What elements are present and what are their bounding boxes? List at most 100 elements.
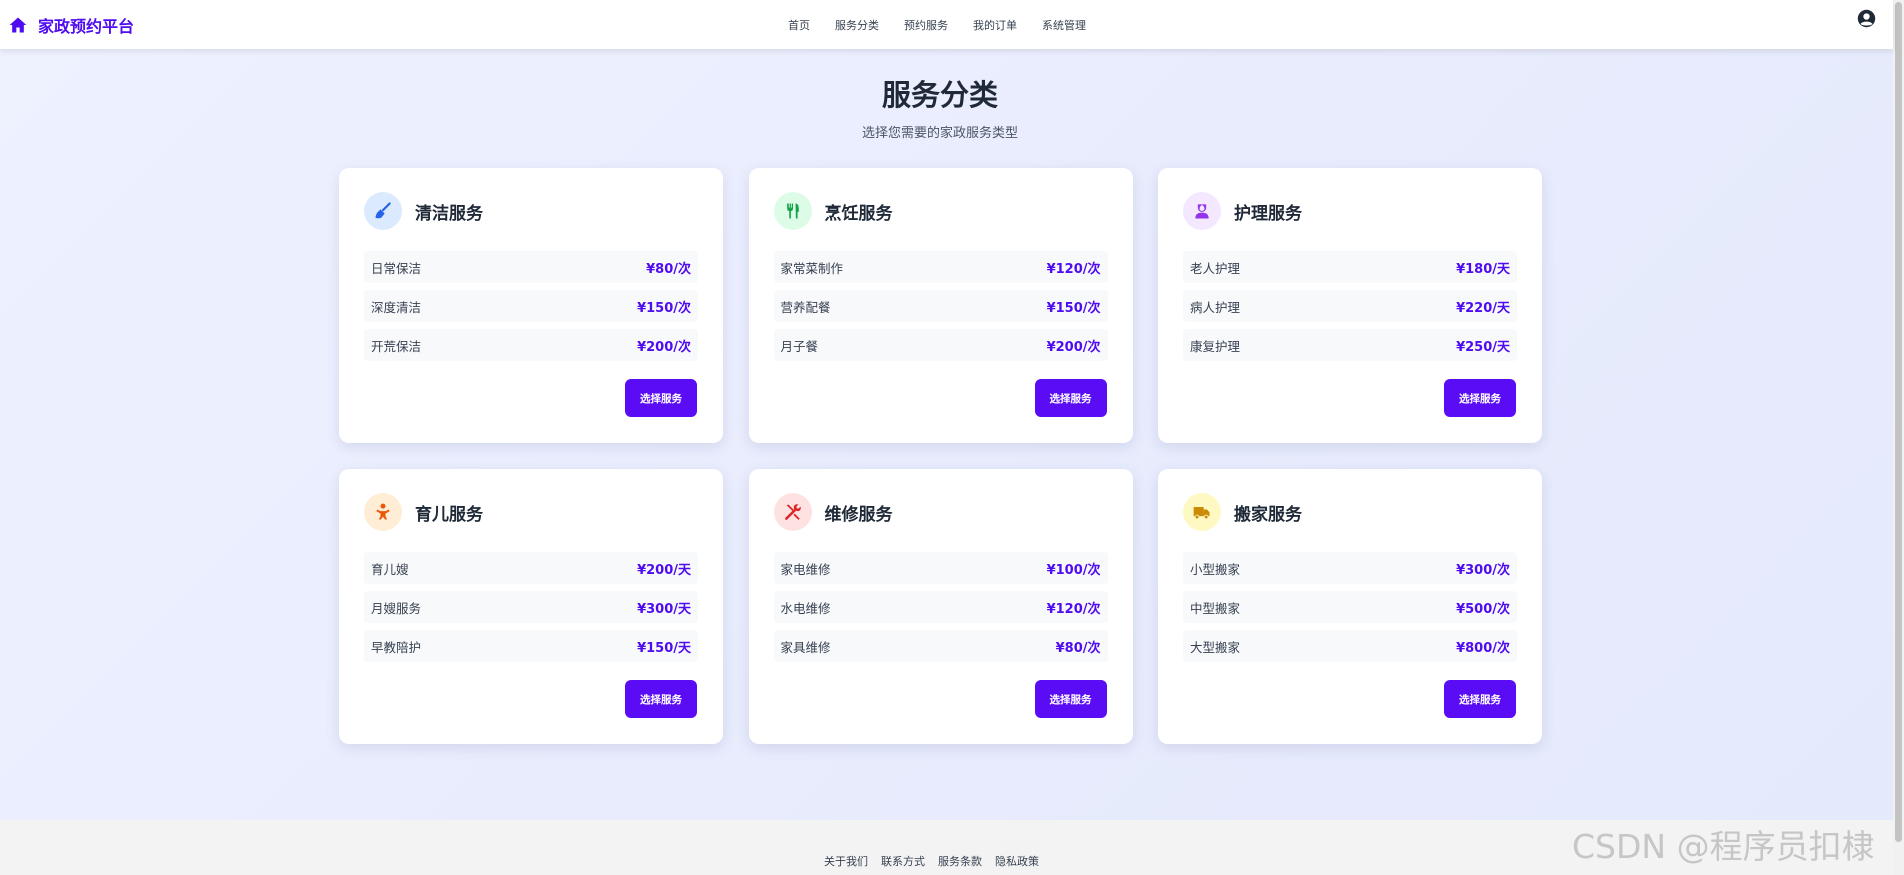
nav-service-categories[interactable]: 服务分类 (823, 17, 892, 33)
nav-home[interactable]: 首页 (788, 17, 823, 33)
page-scrollbar[interactable] (1893, 0, 1904, 875)
service-item: 家电维修 ¥100/次 (773, 552, 1108, 584)
service-item-price: ¥500/次 (1456, 601, 1510, 617)
card-header: 维修服务 (773, 493, 893, 531)
scrollbar-thumb[interactable] (1895, 2, 1902, 842)
service-item-name: 康复护理 (1190, 338, 1241, 354)
service-item-name: 家常菜制作 (780, 260, 844, 276)
select-service-button[interactable]: 选择服务 (1034, 680, 1107, 718)
service-item: 早教陪护 ¥150/天 (364, 630, 698, 662)
brand-link[interactable]: 家政预约平台 (8, 0, 134, 49)
card-title: 育儿服务 (415, 504, 483, 525)
service-item-name: 大型搬家 (1190, 639, 1241, 655)
service-item: 老人护理 ¥180/天 (1183, 251, 1517, 283)
service-card-nursing: 护理服务 老人护理 ¥180/天 病人护理 ¥220/天 康复护理 ¥250/天… (1158, 168, 1542, 443)
service-item: 日常保洁 ¥80/次 (364, 251, 698, 283)
tools-icon (773, 493, 812, 531)
service-item-name: 月子餐 (780, 338, 819, 354)
broom-icon (364, 192, 402, 230)
child-icon (364, 493, 402, 531)
service-item-price: ¥150/次 (1046, 300, 1101, 316)
card-header: 清洁服务 (364, 192, 483, 230)
service-item: 营养配餐 ¥150/次 (773, 290, 1108, 322)
select-service-button[interactable]: 选择服务 (625, 379, 697, 417)
service-card-childcare: 育儿服务 育儿嫂 ¥200/天 月嫂服务 ¥300/天 早教陪护 ¥150/天 … (339, 469, 723, 744)
service-item-name: 老人护理 (1190, 260, 1241, 276)
service-item-price: ¥120/次 (1046, 601, 1101, 617)
service-item-price: ¥220/天 (1456, 300, 1510, 316)
nurse-icon (1183, 192, 1221, 230)
service-item-price: ¥200/次 (1046, 339, 1101, 355)
service-item: 病人护理 ¥220/天 (1183, 290, 1517, 322)
service-item-list: 家常菜制作 ¥120/次 营养配餐 ¥150/次 月子餐 ¥200/次 (773, 251, 1108, 361)
service-item: 中型搬家 ¥500/次 (1183, 591, 1517, 623)
footer-link-contact[interactable]: 联系方式 (881, 853, 925, 869)
service-item: 康复护理 ¥250/天 (1183, 329, 1517, 361)
service-item-name: 开荒保洁 (371, 338, 422, 354)
service-item-list: 家电维修 ¥100/次 水电维修 ¥120/次 家具维修 ¥80/次 (773, 552, 1108, 662)
main-nav: 首页 服务分类 预约服务 我的订单 系统管理 (788, 0, 1099, 49)
utensils-icon (773, 192, 812, 230)
select-service-button[interactable]: 选择服务 (1444, 379, 1516, 417)
card-header: 烹饪服务 (773, 192, 893, 230)
select-service-button[interactable]: 选择服务 (1034, 379, 1107, 417)
page-subtitle: 选择您需要的家政服务类型 (861, 126, 1018, 141)
service-item-price: ¥120/次 (1046, 261, 1101, 277)
service-item-name: 小型搬家 (1190, 561, 1241, 577)
service-item-price: ¥150/次 (637, 300, 691, 316)
card-header: 护理服务 (1183, 192, 1302, 230)
service-item-price: ¥80/次 (1055, 640, 1101, 656)
card-title: 护理服务 (1234, 203, 1302, 224)
service-item-name: 病人护理 (1190, 299, 1241, 315)
card-title: 清洁服务 (415, 203, 483, 224)
service-item-price: ¥150/天 (637, 640, 691, 656)
brand-title: 家政预约平台 (38, 16, 135, 36)
footer-link-privacy[interactable]: 隐私政策 (995, 853, 1039, 869)
service-item-name: 深度清洁 (371, 299, 422, 315)
service-card-cooking: 烹饪服务 家常菜制作 ¥120/次 营养配餐 ¥150/次 月子餐 ¥200/次… (748, 168, 1133, 443)
service-card-moving: 搬家服务 小型搬家 ¥300/次 中型搬家 ¥500/次 大型搬家 ¥800/次… (1158, 469, 1542, 744)
service-item-name: 家电维修 (780, 561, 831, 577)
service-item-price: ¥180/天 (1456, 261, 1510, 277)
footer-link-terms[interactable]: 服务条款 (938, 853, 982, 869)
select-service-button[interactable]: 选择服务 (625, 680, 697, 718)
card-header: 育儿服务 (364, 493, 483, 531)
home-icon (8, 15, 28, 35)
service-item-price: ¥250/天 (1456, 339, 1510, 355)
service-item-price: ¥100/次 (1046, 562, 1101, 578)
service-card-repair: 维修服务 家电维修 ¥100/次 水电维修 ¥120/次 家具维修 ¥80/次 … (748, 469, 1133, 744)
service-item: 大型搬家 ¥800/次 (1183, 630, 1517, 662)
service-card-cleaning: 清洁服务 日常保洁 ¥80/次 深度清洁 ¥150/次 开荒保洁 ¥200/次 … (339, 168, 723, 443)
service-item-price: ¥300/天 (637, 601, 691, 617)
card-title: 烹饪服务 (824, 203, 893, 224)
service-category-grid: 清洁服务 日常保洁 ¥80/次 深度清洁 ¥150/次 开荒保洁 ¥200/次 … (339, 168, 1542, 744)
service-item: 月子餐 ¥200/次 (773, 329, 1108, 361)
service-item-name: 育儿嫂 (371, 561, 409, 577)
service-item-name: 家具维修 (780, 639, 831, 655)
service-item: 小型搬家 ¥300/次 (1183, 552, 1517, 584)
service-item-name: 水电维修 (780, 600, 831, 616)
service-item: 水电维修 ¥120/次 (773, 591, 1108, 623)
nav-system-admin[interactable]: 系统管理 (1030, 17, 1099, 33)
service-item-name: 月嫂服务 (371, 600, 422, 616)
service-item-name: 中型搬家 (1190, 600, 1241, 616)
service-item-name: 营养配餐 (780, 299, 831, 315)
service-item: 月嫂服务 ¥300/天 (364, 591, 698, 623)
service-item-list: 日常保洁 ¥80/次 深度清洁 ¥150/次 开荒保洁 ¥200/次 (364, 251, 698, 361)
truck-icon (1183, 493, 1221, 531)
nav-my-orders[interactable]: 我的订单 (961, 17, 1030, 33)
service-item: 家具维修 ¥80/次 (773, 630, 1108, 662)
footer-link-about[interactable]: 关于我们 (824, 853, 868, 869)
card-header: 搬家服务 (1183, 493, 1302, 531)
service-item-list: 小型搬家 ¥300/次 中型搬家 ¥500/次 大型搬家 ¥800/次 (1183, 552, 1517, 662)
page-title: 服务分类 (881, 78, 998, 112)
service-item: 育儿嫂 ¥200/天 (364, 552, 698, 584)
service-item-list: 育儿嫂 ¥200/天 月嫂服务 ¥300/天 早教陪护 ¥150/天 (364, 552, 698, 662)
select-service-button[interactable]: 选择服务 (1444, 680, 1516, 718)
service-item-name: 早教陪护 (371, 639, 422, 655)
service-item-price: ¥200/次 (637, 339, 691, 355)
user-circle-icon[interactable] (1857, 9, 1876, 28)
service-item: 开荒保洁 ¥200/次 (364, 329, 698, 361)
card-title: 维修服务 (824, 504, 893, 525)
nav-book-service[interactable]: 预约服务 (892, 17, 961, 33)
